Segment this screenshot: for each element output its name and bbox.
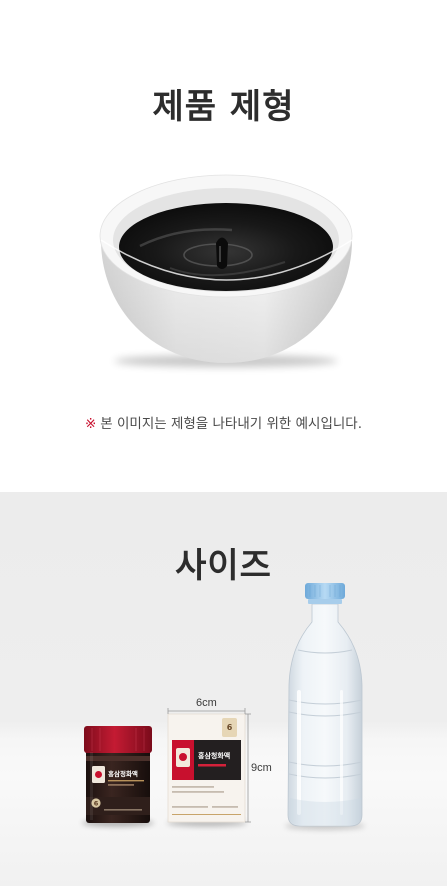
box-product-name: 홍삼청화액 bbox=[198, 751, 230, 760]
jar-fine-print bbox=[104, 809, 142, 811]
box-width-label: 6cm bbox=[196, 697, 217, 709]
reference-mark-icon: ※ bbox=[84, 416, 97, 432]
bottle-highlight bbox=[340, 690, 343, 815]
box-fine-print bbox=[172, 806, 208, 808]
jar-emblem-seal bbox=[95, 771, 102, 778]
jar-badge-number: 6 bbox=[94, 800, 99, 808]
jar-gold-line bbox=[108, 780, 144, 782]
jar-lid bbox=[84, 726, 152, 753]
jar-label-band bbox=[86, 756, 150, 761]
form-disclaimer: ※ 본 이미지는 제형을 나타내기 위한 예시입니다. bbox=[0, 414, 447, 434]
bottle-highlight bbox=[297, 690, 301, 815]
box-badge-number: 6 bbox=[227, 723, 233, 732]
jar-subtext bbox=[108, 784, 134, 786]
box-product: 6 홍삼청화액 bbox=[167, 713, 247, 827]
product-detail-page: 제품 제형 ※ 본 이미지는 제형을 나타내기 위한 예시입니다. 사이즈 홍삼… bbox=[0, 0, 447, 886]
jar-highlight bbox=[90, 752, 93, 820]
bottle-water-line bbox=[289, 798, 361, 825]
box-gold-line bbox=[172, 814, 241, 815]
box-fine-print bbox=[172, 786, 214, 788]
product-form-section: 제품 제형 ※ 본 이미지는 제형을 나타내기 위한 예시입니다. bbox=[0, 0, 447, 492]
jar-product-name: 홍삼정화액 bbox=[108, 769, 138, 778]
liquid-drop bbox=[216, 237, 228, 269]
bottle-cap bbox=[305, 583, 345, 599]
box-emblem-seal bbox=[179, 753, 187, 761]
jar-product: 홍삼정화액 6 bbox=[82, 726, 154, 827]
water-bottle bbox=[285, 583, 365, 830]
box-fine-print bbox=[212, 806, 238, 808]
box-height-label: 9cm bbox=[251, 762, 272, 774]
size-comparison-image: 홍삼정화액 6 6 홍삼청화액 bbox=[82, 583, 365, 830]
form-disclaimer-text: 본 이미지는 제형을 나타내기 위한 예시입니다. bbox=[100, 416, 363, 432]
box-fine-print bbox=[172, 791, 224, 793]
form-section-title: 제품 제형 bbox=[152, 87, 295, 127]
box-red-subtext bbox=[198, 764, 226, 767]
bottle-neck-ring bbox=[308, 599, 342, 604]
box-dark-panel bbox=[194, 740, 241, 780]
bowl-image bbox=[99, 174, 353, 367]
